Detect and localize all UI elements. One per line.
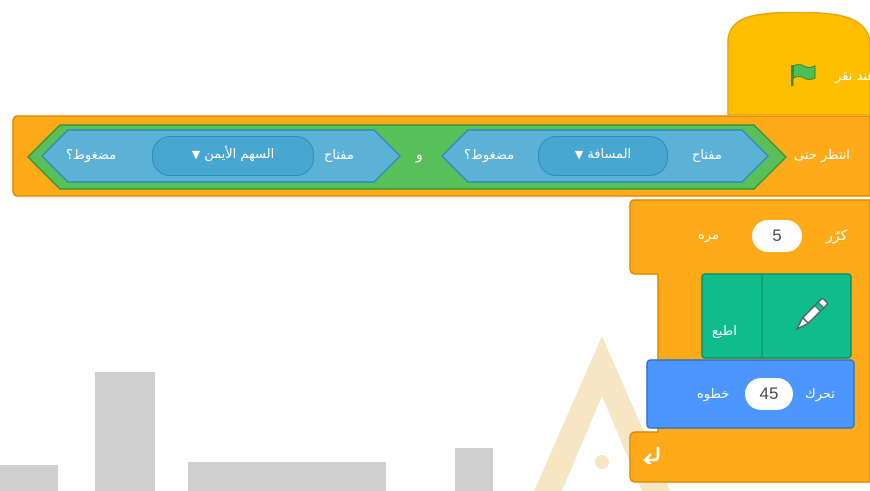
repeat-count-input[interactable]: 5: [752, 220, 802, 252]
condition-1-prefix: مفتاح: [692, 148, 722, 163]
watermark-bar-4: [455, 448, 493, 491]
hat-block-label: عند نقر: [835, 69, 870, 84]
watermark-bar-1: [0, 465, 58, 491]
green-flag-icon: [791, 64, 816, 86]
condition-1-suffix: مضغوط؟: [464, 148, 515, 163]
move-suffix: خطوه: [697, 387, 730, 402]
move-steps-block[interactable]: تحرك 45 خطوه: [645, 358, 855, 430]
pen-icon: [795, 297, 829, 331]
move-label: تحرك: [805, 387, 835, 402]
condition-2-key-dropdown[interactable]: ▼ السهم الأيمن: [152, 136, 314, 176]
repeat-suffix: مره: [698, 228, 719, 243]
wait-until-block[interactable]: انتظر حتى و مفتاح ▼ المسافة مضغوط؟ مفتاح …: [12, 112, 870, 200]
repeat-label: كرّر: [826, 228, 848, 244]
condition-2-suffix: مضغوط؟: [66, 148, 117, 163]
watermark-bar-3: [188, 462, 386, 491]
when-flag-clicked-block[interactable]: عند نقر: [722, 12, 870, 115]
chevron-down-icon: ▼: [574, 148, 584, 161]
pen-print-block[interactable]: اطبع: [700, 272, 852, 360]
condition-1-key-dropdown[interactable]: ▼ المسافة: [538, 136, 668, 176]
move-steps-input[interactable]: 45: [745, 378, 793, 410]
condition-1-key-value: المسافة: [587, 147, 632, 162]
wait-until-label: انتظر حتى: [794, 148, 850, 163]
chevron-down-icon: ▼: [191, 148, 201, 161]
watermark-bar-2: [95, 372, 155, 491]
condition-2-prefix: مفتاح: [324, 148, 354, 163]
and-operator-label: و: [416, 147, 423, 163]
loop-arrow-icon: [643, 446, 660, 464]
condition-2-key-value: السهم الأيمن: [204, 147, 275, 162]
pen-print-label: اطبع: [712, 324, 737, 339]
